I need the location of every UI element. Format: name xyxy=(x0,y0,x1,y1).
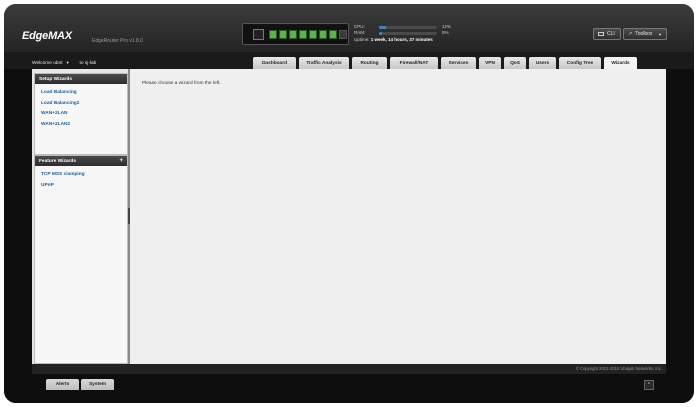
plus-icon[interactable]: + xyxy=(119,158,123,164)
wizard-link-wan-2lan[interactable]: WAN+2LAN xyxy=(41,109,127,120)
tab-services[interactable]: Services xyxy=(441,57,476,69)
bottom-bar: Alerts System ^ xyxy=(4,376,694,403)
feature-wizards-header[interactable]: Feature Wizards + xyxy=(35,156,127,166)
eth-port-icon[interactable] xyxy=(319,30,327,39)
tab-config-tree[interactable]: Config Tree xyxy=(559,57,601,69)
setup-wizards-header[interactable]: Setup Wizards xyxy=(35,74,127,84)
edgemax-logo[interactable]: EdgeMAX xyxy=(22,30,72,42)
feature-wizards-panel: Feature Wizards + TCP MSS clamping UPnP xyxy=(34,155,128,364)
tab-vpn[interactable]: VPN xyxy=(479,57,501,69)
feature-wizards-list: TCP MSS clamping UPnP xyxy=(35,166,127,191)
host-name: to sj-lab xyxy=(79,61,97,66)
tab-dashboard[interactable]: Dashboard xyxy=(253,57,296,69)
wizard-link-wan-2lan2[interactable]: WAN+2LAN2 xyxy=(41,120,127,131)
cpu-bar xyxy=(379,25,437,29)
app-window: EdgeMAX EdgeRouter Pro v1.8.0 CPU: 12% R… xyxy=(4,4,694,403)
cli-label: CLI xyxy=(607,31,615,37)
nav-bar: Welcome ubnt ▼ to sj-lab Dashboard Traffic… xyxy=(4,52,694,69)
ram-stat: RAM: 5% xyxy=(354,30,464,36)
header-bar: EdgeMAX EdgeRouter Pro v1.8.0 CPU: 12% R… xyxy=(4,4,694,52)
system-stats: CPU: 12% RAM: 5% Uptime: 1 week, 14 hour… xyxy=(354,24,464,42)
tab-system[interactable]: System xyxy=(81,379,114,390)
toolbox-button[interactable]: ↗ Toolbox ▼ xyxy=(623,28,667,40)
chevron-up-icon: ^ xyxy=(647,382,651,388)
tab-alerts[interactable]: Alerts xyxy=(46,379,79,390)
uptime-label: Uptime: xyxy=(354,37,370,42)
tab-firewall-nat[interactable]: Firewall/NAT xyxy=(390,57,438,69)
eth-port-icon[interactable] xyxy=(299,30,307,39)
chevron-down-icon: ▼ xyxy=(65,60,70,65)
wizard-link-upnp[interactable]: UPnP xyxy=(41,181,127,192)
feature-wizards-title: Feature Wizards xyxy=(39,158,77,164)
eth-port-icon[interactable] xyxy=(329,30,337,39)
tab-users[interactable]: Users xyxy=(529,57,556,69)
wizard-sidebar: Setup Wizards Load Balancing Load Balanc… xyxy=(32,69,130,364)
ram-label: RAM: xyxy=(354,30,366,35)
uptime: Uptime: 1 week, 14 hours, 37 minutes xyxy=(354,37,433,42)
cpu-percent: 12% xyxy=(442,24,452,29)
cpu-label: CPU: xyxy=(354,24,365,29)
cli-button[interactable]: CLI xyxy=(593,28,621,40)
wizard-main-panel: Please choose a wizard from the left. xyxy=(130,69,666,364)
setup-wizards-list: Load Balancing Load Balancing2 WAN+2LAN … xyxy=(35,84,127,130)
cpu-bar-fill xyxy=(379,25,386,29)
product-version: EdgeRouter Pro v1.8.0 xyxy=(92,38,143,44)
wizard-instructions: Please choose a wizard from the left. xyxy=(142,81,221,86)
bottom-tabs: Alerts System xyxy=(46,379,114,390)
welcome-text: Welcome ubnt xyxy=(32,61,63,66)
port-row xyxy=(269,30,347,39)
wizard-link-load-balancing[interactable]: Load Balancing xyxy=(41,88,127,99)
setup-wizards-title: Setup Wizards xyxy=(39,76,73,82)
tab-routing[interactable]: Routing xyxy=(352,57,387,69)
uptime-value: 1 week, 14 hours, 37 minutes xyxy=(370,37,433,42)
wizard-link-load-balancing2[interactable]: Load Balancing2 xyxy=(41,99,127,110)
content-area: Setup Wizards Load Balancing Load Balanc… xyxy=(32,69,666,364)
eth-port-icon[interactable] xyxy=(289,30,297,39)
ram-bar xyxy=(379,31,437,35)
console-port-icon xyxy=(253,29,264,40)
tab-qos[interactable]: QoS xyxy=(504,57,526,69)
eth-port-icon[interactable] xyxy=(279,30,287,39)
toolbox-label: Toolbox xyxy=(635,31,653,37)
ram-percent: 5% xyxy=(442,30,449,35)
port-status-panel xyxy=(242,23,349,45)
user-menu[interactable]: Welcome ubnt ▼ to sj-lab xyxy=(32,60,96,66)
terminal-icon xyxy=(598,32,604,36)
tab-traffic-analysis[interactable]: Traffic Analysis xyxy=(299,57,349,69)
wrench-icon: ↗ xyxy=(628,31,633,37)
ram-bar-fill xyxy=(379,31,382,35)
expand-panel-button[interactable]: ^ xyxy=(644,380,654,390)
wizard-link-tcp-mss-clamping[interactable]: TCP MSS clamping xyxy=(41,170,127,181)
eth-port-icon[interactable] xyxy=(339,30,347,39)
footer: © Copyright 2012-2015 Ubiquiti Networks,… xyxy=(32,364,666,374)
tab-wizards[interactable]: Wizards xyxy=(604,57,637,69)
eth-port-icon[interactable] xyxy=(309,30,317,39)
copyright-text: © Copyright 2012-2015 Ubiquiti Networks,… xyxy=(575,366,662,371)
main-tabs: Dashboard Traffic Analysis Routing Firew… xyxy=(253,57,637,69)
setup-wizards-panel: Setup Wizards Load Balancing Load Balanc… xyxy=(34,73,128,155)
chevron-down-icon: ▼ xyxy=(658,31,662,37)
eth-port-icon[interactable] xyxy=(269,30,277,39)
